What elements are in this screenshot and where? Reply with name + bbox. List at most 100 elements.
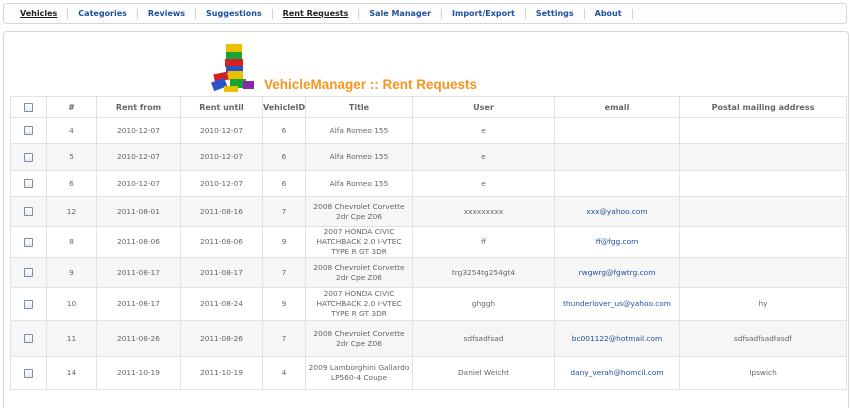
row-select-cell <box>10 257 47 288</box>
cell-user: e <box>412 117 555 144</box>
row-checkbox[interactable] <box>24 179 33 188</box>
select-all-checkbox[interactable] <box>24 102 33 112</box>
cell-email[interactable] <box>554 143 680 171</box>
menu-suggestions[interactable]: Suggestions <box>196 8 273 19</box>
row-checkbox[interactable] <box>24 299 33 309</box>
cell-user: trg3254tg254gt4 <box>412 257 555 288</box>
table-header-row: # Rent from Rent until VehicleID Title U… <box>10 96 847 118</box>
menu-about[interactable]: About <box>585 8 633 19</box>
cell-vehicle-id: 7 <box>262 196 306 227</box>
row-checkbox[interactable] <box>24 334 33 343</box>
cell-title: 2008 Chevrolet Corvette 2dr Cpe Z06 <box>305 257 413 288</box>
table-row: 5 2010-12-07 2010-12-07 6 Alfa Romeo 155… <box>10 143 847 171</box>
cell-address <box>679 143 847 171</box>
cell-email[interactable]: thunderlover_us@yahoo.com <box>554 287 680 321</box>
cell-user: ff <box>412 226 555 258</box>
column-header-title[interactable]: Title <box>305 96 413 118</box>
cell-address: sdfsadfsadfasdf <box>679 320 847 357</box>
column-header-address[interactable]: Postal mailing address <box>679 96 847 118</box>
cell-rent-until: 2010-12-07 <box>180 170 263 197</box>
menu-sale-manager[interactable]: Sale Manager <box>359 8 443 19</box>
column-header-user[interactable]: User <box>412 96 555 118</box>
row-select-cell <box>10 356 47 390</box>
row-select-cell <box>10 196 47 227</box>
cell-title: 2007 HONDA CIVIC HATCHBACK 2.0 I-VTEC TY… <box>305 226 413 258</box>
cell-email[interactable]: ff@fgg.com <box>554 226 680 258</box>
cell-vehicle-id: 6 <box>262 117 306 144</box>
cell-num: 14 <box>46 356 97 390</box>
cell-vehicle-id: 7 <box>262 257 306 288</box>
cell-rent-from: 2010-12-07 <box>96 143 181 171</box>
column-header-rent-from[interactable]: Rent from <box>96 96 181 118</box>
row-checkbox[interactable] <box>24 237 33 247</box>
row-select-cell <box>10 226 47 258</box>
cell-vehicle-id: 9 <box>262 226 306 258</box>
cell-num: 11 <box>46 320 97 357</box>
menu-reviews[interactable]: Reviews <box>138 8 197 19</box>
column-header-email[interactable]: email <box>554 96 680 118</box>
cell-rent-from: 2011-10-19 <box>96 356 181 390</box>
row-checkbox[interactable] <box>24 152 33 162</box>
column-header-num[interactable]: # <box>46 96 97 118</box>
cell-rent-from: 2010-12-07 <box>96 170 181 197</box>
toy-blocks-logo-icon <box>211 44 254 92</box>
cell-user: e <box>412 143 555 171</box>
row-select-cell <box>10 287 47 321</box>
menu-rent-requests[interactable]: Rent Requests <box>273 8 360 19</box>
row-checkbox[interactable] <box>24 126 33 135</box>
row-select-cell <box>10 143 47 171</box>
cell-email[interactable]: rwgwrg@fgwtrg.com <box>554 257 680 288</box>
cell-address: Ipswich <box>679 356 847 390</box>
cell-title: 2007 HONDA CIVIC HATCHBACK 2.0 I-VTEC TY… <box>305 287 413 321</box>
row-select-cell <box>10 170 47 197</box>
cell-email[interactable] <box>554 170 680 197</box>
row-select-cell <box>10 117 47 144</box>
cell-rent-until: 2011-08-17 <box>180 257 263 288</box>
cell-address <box>679 257 847 288</box>
cell-title: Alfa Romeo 155 <box>305 117 413 144</box>
cell-address <box>679 117 847 144</box>
menu-settings[interactable]: Settings <box>526 8 585 19</box>
column-header-rent-until[interactable]: Rent until <box>180 96 263 118</box>
cell-rent-from: 2010-12-07 <box>96 117 181 144</box>
menu-import-export[interactable]: Import/Export <box>442 8 526 19</box>
cell-num: 4 <box>46 117 97 144</box>
cell-rent-from: 2011-08-01 <box>96 196 181 227</box>
cell-rent-from: 2011-08-17 <box>96 257 181 288</box>
cell-title: Alfa Romeo 155 <box>305 143 413 171</box>
cell-vehicle-id: 7 <box>262 320 306 357</box>
cell-num: 10 <box>46 287 97 321</box>
cell-num: 9 <box>46 257 97 288</box>
cell-vehicle-id: 4 <box>262 356 306 390</box>
cell-title: Alfa Romeo 155 <box>305 170 413 197</box>
cell-title: 2008 Chevrolet Corvette 2dr Cpe Z06 <box>305 320 413 357</box>
table-row: 8 2011-08-06 2011-08-06 9 2007 HONDA CIV… <box>10 226 847 258</box>
page-title: VehicleManager :: Rent Requests <box>264 77 478 92</box>
cell-address: hy <box>679 287 847 321</box>
column-header-vehicle-id[interactable]: VehicleID <box>262 96 306 118</box>
cell-rent-until: 2011-10-19 <box>180 356 263 390</box>
cell-user: e <box>412 170 555 197</box>
row-checkbox[interactable] <box>24 368 33 378</box>
cell-title: 2008 Chevrolet Corvette 2dr Cpe Z06 <box>305 196 413 227</box>
cell-address <box>679 196 847 227</box>
cell-user: sdfsadfsad <box>412 320 555 357</box>
table-row: 12 2011-08-01 2011-08-16 7 2008 Chevrole… <box>10 196 847 227</box>
cell-email[interactable]: xxx@yahoo.com <box>554 196 680 227</box>
cell-num: 6 <box>46 170 97 197</box>
cell-title: 2009 Lamborghini Gallardo LP560-4 Coupe <box>305 356 413 390</box>
row-checkbox[interactable] <box>24 207 33 216</box>
top-menu: Vehicles Categories Reviews Suggestions … <box>3 3 847 24</box>
cell-email[interactable] <box>554 117 680 144</box>
table-row: 9 2011-08-17 2011-08-17 7 2008 Chevrolet… <box>10 257 847 288</box>
cell-num: 8 <box>46 226 97 258</box>
menu-vehicles[interactable]: Vehicles <box>10 8 69 19</box>
cell-email[interactable]: dany_verah@homcil.com <box>554 356 680 390</box>
cell-rent-until: 2011-08-16 <box>180 196 263 227</box>
menu-categories[interactable]: Categories <box>68 8 138 19</box>
cell-address <box>679 170 847 197</box>
cell-rent-until: 2010-12-07 <box>180 117 263 144</box>
cell-email[interactable]: bc001122@hotmail.com <box>554 320 680 357</box>
row-checkbox[interactable] <box>24 268 33 277</box>
cell-num: 5 <box>46 143 97 171</box>
